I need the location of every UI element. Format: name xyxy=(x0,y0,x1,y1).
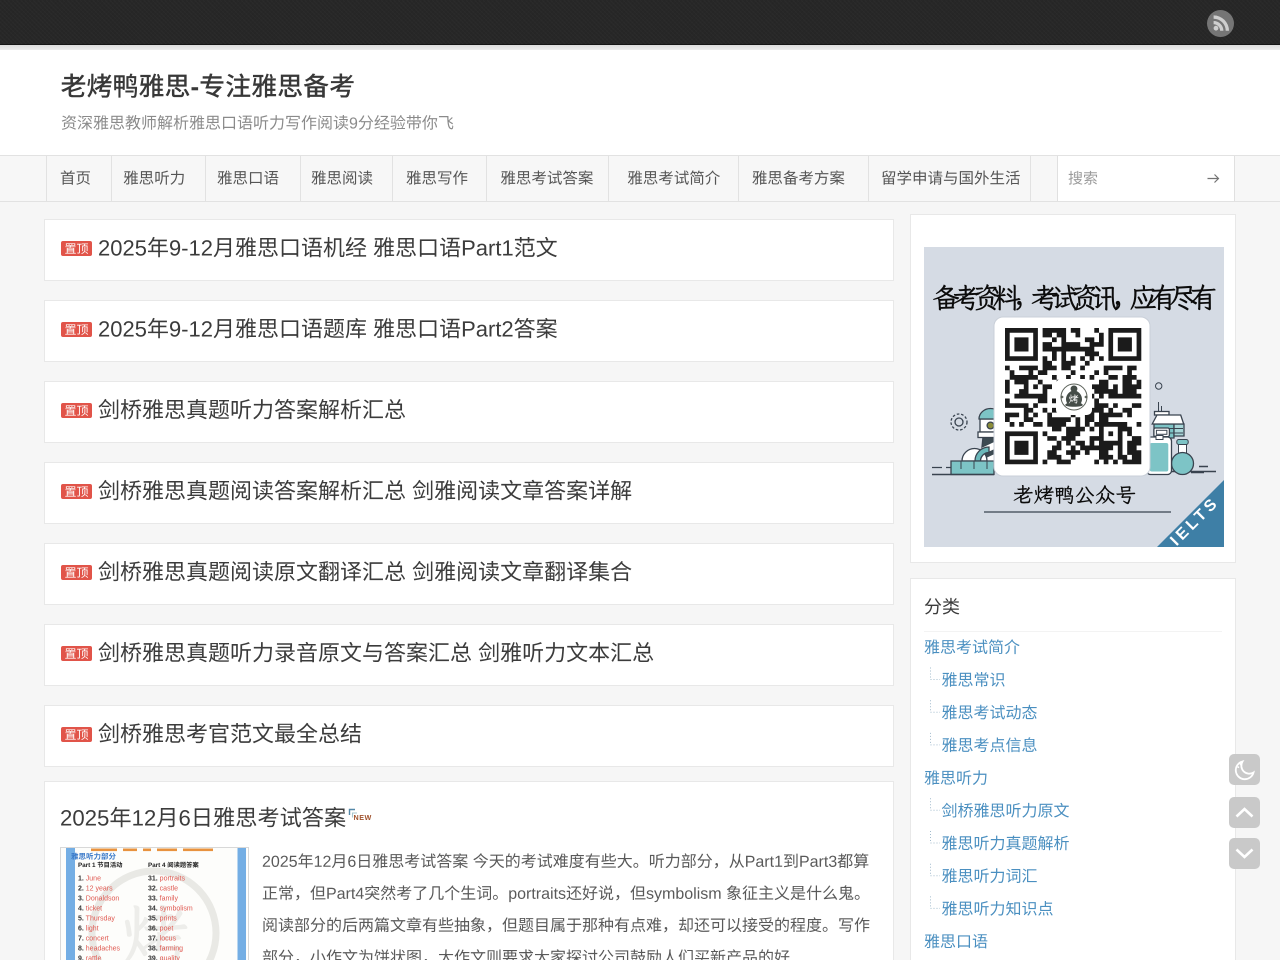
svg-text:1. June: 1. June xyxy=(78,876,101,883)
svg-text:32. castle: 32. castle xyxy=(148,886,178,893)
svg-text:35. prints: 35. prints xyxy=(148,916,177,923)
svg-text:3. Donaldson: 3. Donaldson xyxy=(78,896,119,903)
svg-text:5. Thursday: 5. Thursday xyxy=(78,916,115,923)
svg-text:2. 12 years: 2. 12 years xyxy=(78,886,113,893)
svg-text:7. concert: 7. concert xyxy=(78,936,109,943)
svg-text:NEW: NEW xyxy=(354,813,372,822)
svg-text:9. rattle: 9. rattle xyxy=(78,956,101,960)
svg-text:37. locus: 37. locus xyxy=(148,936,177,943)
svg-text:34. symbolism: 34. symbolism xyxy=(148,906,193,913)
svg-text:6. light: 6. light xyxy=(78,926,99,933)
svg-text:36. poet: 36. poet xyxy=(148,926,173,933)
svg-text:39. quality: 39. quality xyxy=(148,956,180,960)
svg-text:31. portraits: 31. portraits xyxy=(148,876,185,883)
svg-text:38. farming: 38. farming xyxy=(148,946,183,953)
svg-text:8. headaches: 8. headaches xyxy=(78,946,121,953)
svg-text:4. ticket: 4. ticket xyxy=(78,906,102,913)
svg-text:33. family: 33. family xyxy=(148,896,178,903)
